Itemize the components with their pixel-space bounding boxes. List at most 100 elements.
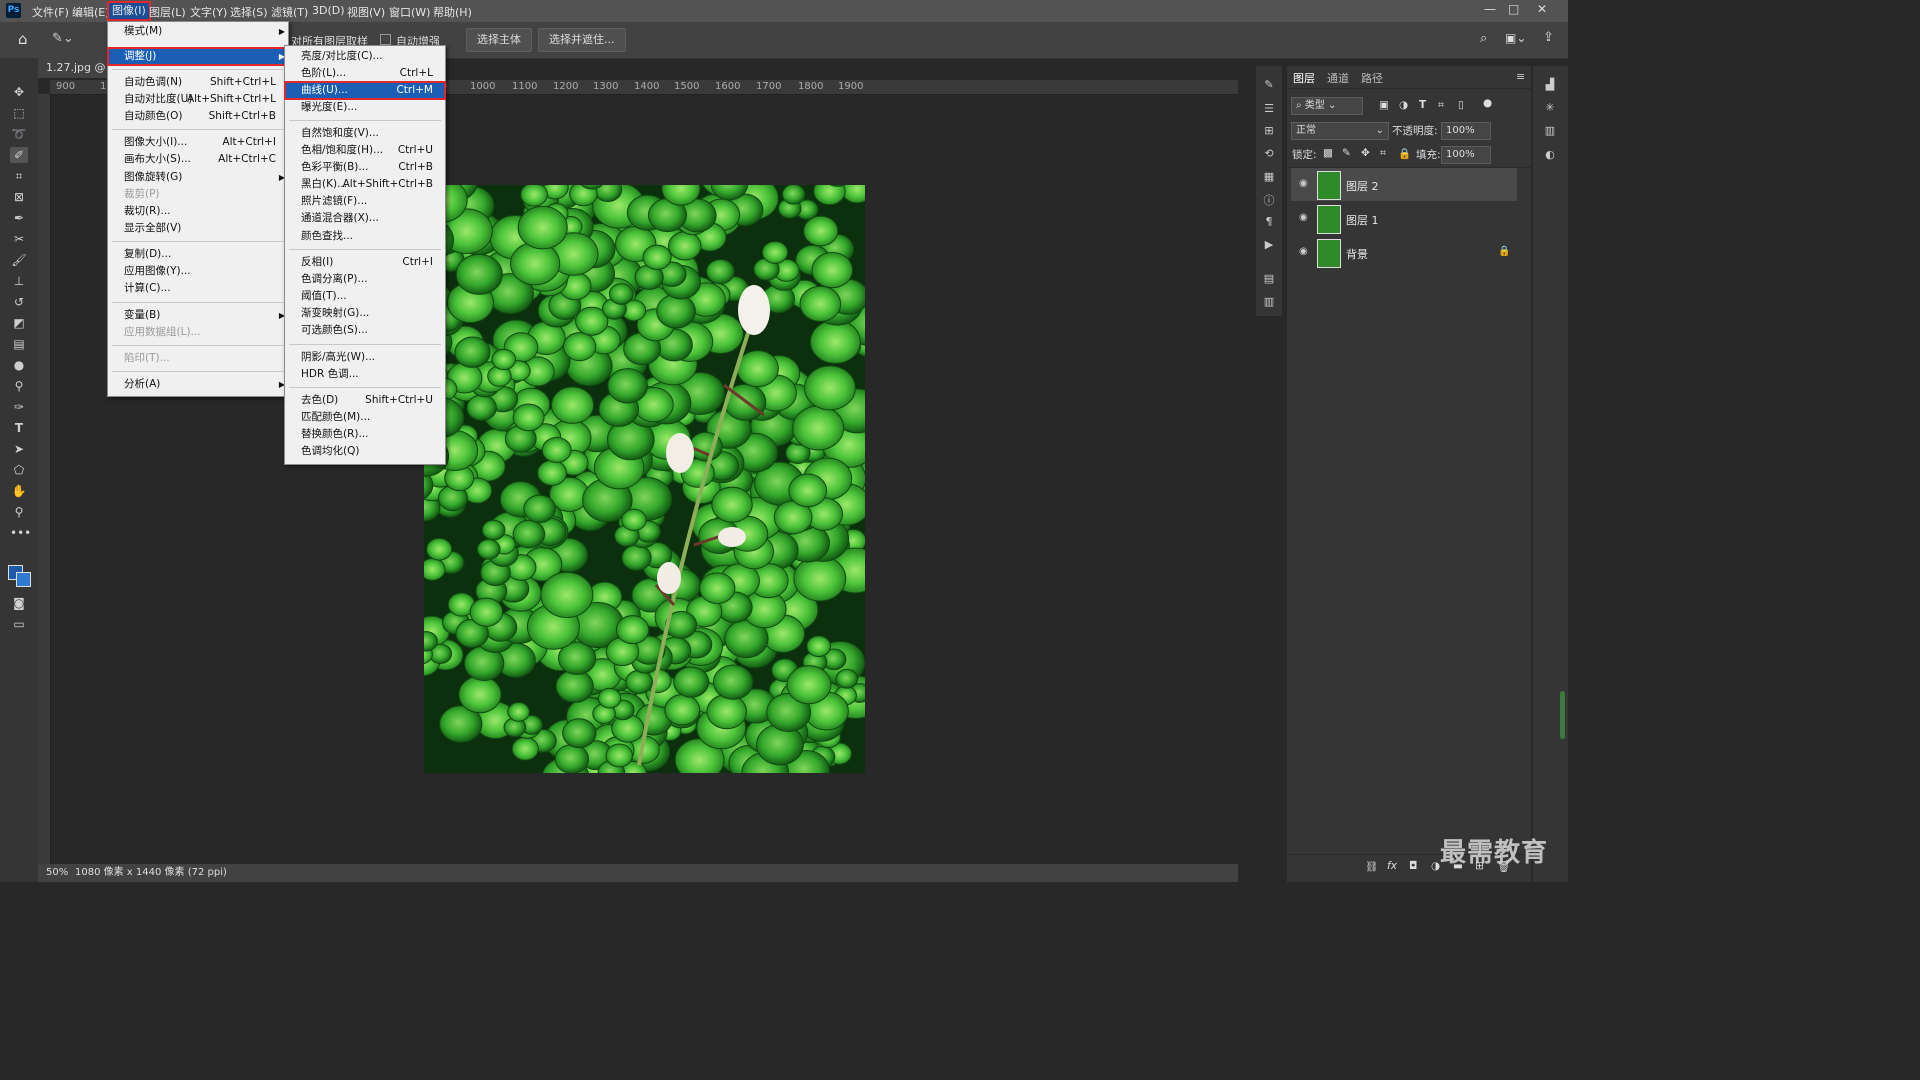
fill-input[interactable]: 100% ⌄ xyxy=(1441,146,1491,176)
healing-tool-icon[interactable]: ✂ xyxy=(10,231,28,247)
menu-type[interactable]: 文字(Y) xyxy=(190,4,227,20)
frame-tool-icon[interactable]: ⊠ xyxy=(10,189,28,205)
lock-position-icon[interactable]: ✥ xyxy=(1361,147,1370,159)
navigator-icon[interactable]: ✳ xyxy=(1542,101,1558,115)
layer-comps-icon[interactable]: ▦ xyxy=(1261,170,1277,184)
menu-item-hdr-toning[interactable]: HDR 色调... xyxy=(285,366,445,383)
menu-item-color-balance[interactable]: 色彩平衡(B)... Ctrl+B xyxy=(285,159,445,176)
menu-3d[interactable]: 3D(D) xyxy=(312,4,345,17)
color-icon[interactable]: ◐ xyxy=(1542,148,1558,162)
tab-layers[interactable]: 图层 xyxy=(1293,70,1315,86)
menu-item-equalize[interactable]: 色调均化(Q) xyxy=(285,443,445,460)
layer-filter-dropdown[interactable]: ⌕ 类型 ⌄ xyxy=(1291,97,1363,115)
menu-item-calculations[interactable]: 计算(C)... xyxy=(108,280,288,297)
visibility-eye-icon[interactable]: ◉ xyxy=(1299,212,1308,223)
menu-file[interactable]: 文件(F) xyxy=(32,4,69,20)
tab-channels[interactable]: 通道 xyxy=(1327,70,1349,86)
menu-item-canvas-size[interactable]: 画布大小(S)... Alt+Ctrl+C xyxy=(108,151,288,168)
menu-item-channel-mixer[interactable]: 通道混合器(X)... xyxy=(285,210,445,227)
menu-item-shadows-highlights[interactable]: 阴影/高光(W)... xyxy=(285,349,445,366)
character-icon[interactable]: ¶ xyxy=(1261,215,1277,229)
filter-pixel-icon[interactable]: ▣ xyxy=(1379,99,1389,111)
menu-item-photo-filter[interactable]: 照片滤镜(F)... xyxy=(285,193,445,210)
brush-settings-icon[interactable]: ✎ xyxy=(1261,78,1277,92)
blur-tool-icon[interactable]: ● xyxy=(10,357,28,373)
select-and-mask-button[interactable]: 选择并遮住... xyxy=(538,28,626,52)
menu-item-exposure[interactable]: 曝光度(E)... xyxy=(285,99,445,116)
menu-item-curves[interactable]: 曲线(U)... Ctrl+M xyxy=(284,81,446,100)
eyedropper-tool-icon[interactable]: ✒ xyxy=(10,210,28,226)
quick-selection-tool-icon[interactable]: ✐ xyxy=(10,147,28,163)
menu-item-color-lookup[interactable]: 颜色查找... xyxy=(285,228,445,245)
scrollbar[interactable] xyxy=(1560,691,1565,739)
menu-layer[interactable]: 图层(L) xyxy=(149,4,186,20)
menu-item-auto-tone[interactable]: 自动色调(N) Shift+Ctrl+L xyxy=(108,74,288,91)
move-tool-icon[interactable]: ✥ xyxy=(10,84,28,100)
adjustment-layer-icon[interactable]: ◑ xyxy=(1431,860,1440,872)
shape-tool-icon[interactable]: ⬠ xyxy=(10,462,28,478)
properties-icon[interactable]: ▤ xyxy=(1261,272,1277,286)
menu-item-gradient-map[interactable]: 渐变映射(G)... xyxy=(285,305,445,322)
menu-item-invert[interactable]: 反相(I) Ctrl+I xyxy=(285,254,445,271)
stamp-tool-icon[interactable]: ⊥ xyxy=(10,273,28,289)
layer-row[interactable]: ◉ 图层 1 xyxy=(1291,202,1517,235)
menu-item-replace-color[interactable]: 替换颜色(R)... xyxy=(285,426,445,443)
minimize-button[interactable]: — xyxy=(1484,2,1496,16)
menu-help[interactable]: 帮助(H) xyxy=(433,4,472,20)
brush-tool-icon[interactable]: 🖌 xyxy=(10,252,28,268)
menu-view[interactable]: 视图(V) xyxy=(347,4,385,20)
filter-smart-object-icon[interactable]: ▯ xyxy=(1458,99,1464,111)
menu-item-variables[interactable]: 变量(B) ▶ xyxy=(108,307,288,324)
blend-mode-dropdown[interactable]: 正常 ⌄ xyxy=(1291,122,1389,140)
maximize-button[interactable]: □ xyxy=(1508,2,1519,16)
menu-item-auto-color[interactable]: 自动颜色(O) Shift+Ctrl+B xyxy=(108,108,288,125)
visibility-eye-icon[interactable]: ◉ xyxy=(1299,246,1308,257)
menu-item-mode[interactable]: 模式(M) ▶ xyxy=(108,23,288,40)
link-layers-icon[interactable]: ⛓ xyxy=(1365,860,1378,873)
tab-paths[interactable]: 路径 xyxy=(1361,70,1383,86)
zoom-level[interactable]: 50% xyxy=(46,864,68,882)
menu-image[interactable]: 图像(I) xyxy=(107,1,151,21)
pen-tool-icon[interactable]: ✑ xyxy=(10,399,28,415)
menu-item-posterize[interactable]: 色调分离(P)... xyxy=(285,271,445,288)
dodge-tool-icon[interactable]: ⚲ xyxy=(10,378,28,394)
menu-edit[interactable]: 编辑(E) xyxy=(72,4,110,20)
select-subject-button[interactable]: 选择主体 xyxy=(466,28,532,52)
history-icon[interactable]: ⟲ xyxy=(1261,147,1277,161)
auto-enhance-checkbox[interactable] xyxy=(380,34,391,45)
menu-item-duplicate[interactable]: 复制(D)... xyxy=(108,246,288,263)
clone-source-icon[interactable]: ⊞ xyxy=(1261,124,1277,138)
workspace-icon[interactable]: ▣⌄ xyxy=(1505,31,1526,45)
adjustments-icon[interactable]: ☰ xyxy=(1261,102,1277,116)
menu-item-auto-contrast[interactable]: 自动对比度(U) Alt+Shift+Ctrl+L xyxy=(108,91,288,108)
filter-toggle-icon[interactable]: ● xyxy=(1483,97,1492,109)
home-icon[interactable]: ⌂ xyxy=(18,30,28,48)
layer-row[interactable]: ◉ 图层 2 xyxy=(1291,168,1517,201)
notes-icon[interactable]: ▥ xyxy=(1261,295,1277,309)
lock-artboard-icon[interactable]: ⌗ xyxy=(1380,147,1386,160)
visibility-eye-icon[interactable]: ◉ xyxy=(1299,178,1308,189)
menu-item-rotation[interactable]: 图像旋转(G) ▶ xyxy=(108,169,288,186)
marquee-tool-icon[interactable]: ⬚ xyxy=(10,105,28,121)
info-icon[interactable]: ⓘ xyxy=(1261,192,1277,207)
quick-select-brush-icon[interactable]: ✎⌄ xyxy=(52,31,74,46)
opacity-input[interactable]: 100% ⌄ xyxy=(1441,122,1491,152)
histogram-icon[interactable]: ▟ xyxy=(1542,78,1558,92)
menu-item-vibrance[interactable]: 自然饱和度(V)... xyxy=(285,125,445,142)
more-tools-icon[interactable]: ••• xyxy=(10,525,31,541)
background-color-swatch[interactable] xyxy=(16,572,31,587)
menu-item-desaturate[interactable]: 去色(D) Shift+Ctrl+U xyxy=(285,392,445,409)
lasso-tool-icon[interactable]: ➰ xyxy=(10,126,28,142)
menu-select[interactable]: 选择(S) xyxy=(230,4,268,20)
menu-item-brightness-contrast[interactable]: 亮度/对比度(C)... xyxy=(285,48,445,65)
share-icon[interactable]: ⇪ xyxy=(1543,30,1554,45)
libraries-icon[interactable]: ▥ xyxy=(1542,124,1558,138)
gradient-tool-icon[interactable]: ▤ xyxy=(10,336,28,352)
menu-item-image-size[interactable]: 图像大小(I)... Alt+Ctrl+I xyxy=(108,134,288,151)
fx-icon[interactable]: fx xyxy=(1387,860,1397,872)
menu-item-black-white[interactable]: 黑白(K)... Alt+Shift+Ctrl+B xyxy=(285,176,445,193)
lock-all-icon[interactable]: 🔒 xyxy=(1398,147,1411,160)
layer-row[interactable]: ◉ 背景 🔒 xyxy=(1291,236,1517,269)
lock-transparent-icon[interactable]: ▩ xyxy=(1323,147,1333,159)
menu-item-apply-image[interactable]: 应用图像(Y)... xyxy=(108,263,288,280)
